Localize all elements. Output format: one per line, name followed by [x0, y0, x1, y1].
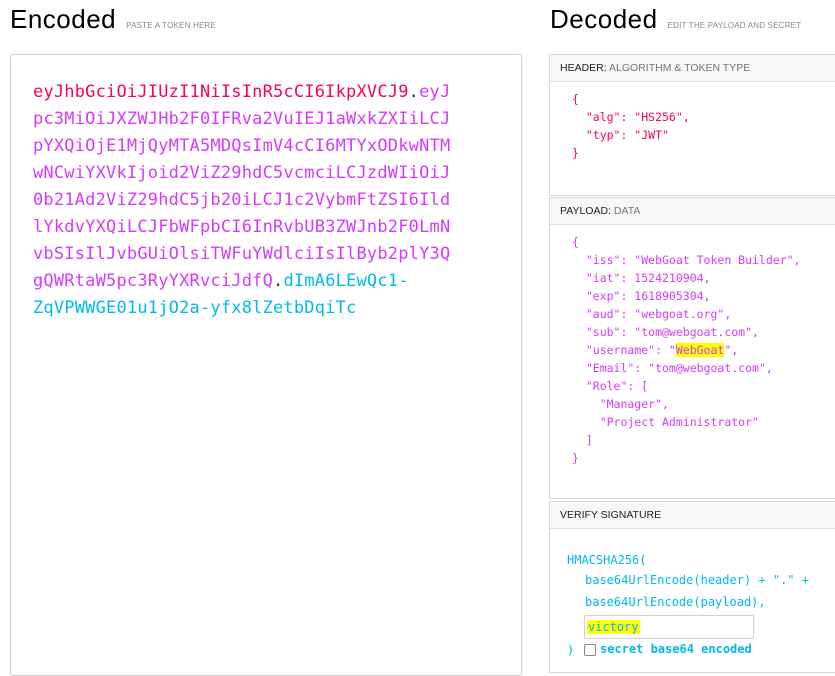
decoded-heading: Decoded EDIT THE PAYLOAD AND SECRET — [550, 4, 801, 35]
token-segment: eyJhbGciOiJIUzI1NiIsInR5cCI6IkpXVCJ9 — [33, 82, 409, 102]
header-sublabel: ALGORITHM & TOKEN TYPE — [609, 62, 751, 74]
payload-lines-after: "Email": "tom@webgoat.com", "Role": [ "M… — [572, 361, 773, 465]
hmac-function-line: HMACSHA256( — [567, 553, 647, 567]
token-segment: vbSIsIlJvbGUiOlsiTWFuYWdlciIsIlByb2plY3Q — [33, 244, 451, 264]
encoded-token-text: eyJhbGciOiJIUzI1NiIsInR5cCI6IkpXVCJ9.eyJ… — [33, 79, 503, 322]
token-segment: 0b21Ad2ViZ29hdC5jb20iLCJ1c2VybmFtZSI6Ild — [33, 190, 451, 210]
payload-label: PAYLOAD: — [560, 205, 611, 217]
verify-label: VERIFY SIGNATURE — [560, 509, 662, 521]
encoded-heading: Encoded PASTE A TOKEN HERE — [10, 4, 216, 35]
payload-encode-line: base64UrlEncode(payload), — [585, 595, 766, 609]
secret-input[interactable]: victory — [584, 615, 754, 639]
header-json-line: } — [572, 146, 579, 160]
token-line: 0b21Ad2ViZ29hdC5jb20iLCJ1c2VybmFtZSI6Ild — [33, 187, 503, 214]
header-panel-title: HEADER: ALGORITHM & TOKEN TYPE — [550, 55, 835, 82]
token-segment: ZqVPWWGE01u1jO2a-yfx8lZetbDqiTc — [33, 298, 357, 318]
token-segment: wNCwiYXVkIjoid2ViZ29hdC5vcmciLCJzdWIiOiJ — [33, 163, 451, 183]
payload-sublabel: DATA — [613, 205, 641, 217]
payload-panel-title: PAYLOAD: DATA — [550, 198, 835, 225]
token-line: pc3MiOiJXZWJHb2F0IFRva2VuIEJ1aWxkZXIiLCJ — [33, 106, 503, 133]
verify-panel-title: VERIFY SIGNATURE — [550, 502, 835, 529]
token-line: eyJhbGciOiJIUzI1NiIsInR5cCI6IkpXVCJ9.eyJ — [33, 79, 503, 106]
header-json: { "alg": "HS256", "typ": "JWT"} — [572, 90, 690, 162]
token-line: lYkdvYXQiLCJFbWFpbCI6InRvbUB3ZWJnb2F0LmN — [33, 214, 503, 241]
token-line: pYXQiOjE1MjQyMTA5MDQsImV4cCI6MTYxODkwNTM — [33, 133, 503, 160]
verify-signature-panel: VERIFY SIGNATURE HMACSHA256( base64UrlEn… — [549, 501, 835, 673]
token-segment: . — [408, 82, 420, 102]
payload-lines-before: { "iss": "WebGoat Token Builder", "iat":… — [572, 235, 801, 339]
base64-checkbox-label[interactable]: secret base64 encoded — [600, 642, 752, 656]
encoded-token-textarea[interactable]: eyJhbGciOiJIUzI1NiIsInR5cCI6IkpXVCJ9.eyJ… — [10, 54, 522, 676]
header-encode-line: base64UrlEncode(header) + "." + — [585, 573, 809, 587]
token-segment: pc3MiOiJXZWJHb2F0IFRva2VuIEJ1aWxkZXIiLCJ — [33, 109, 451, 129]
header-json-line: { — [572, 92, 579, 106]
token-segment: lYkdvYXQiLCJFbWFpbCI6InRvbUB3ZWJnb2F0LmN — [33, 217, 451, 237]
header-json-line: "alg": "HS256", — [572, 110, 690, 124]
header-json-line: "typ": "JWT" — [572, 128, 669, 142]
token-segment: . — [273, 271, 284, 291]
token-segment: dImA6LEwQc1- — [283, 271, 409, 291]
payload-panel: PAYLOAD: DATA { "iss": "WebGoat Token Bu… — [549, 197, 835, 499]
secret-value: victory — [587, 620, 640, 634]
encoded-hint: PASTE A TOKEN HERE — [126, 21, 217, 30]
token-line: ZqVPWWGE01u1jO2a-yfx8lZetbDqiTc — [33, 295, 503, 322]
decoded-title: Decoded — [550, 4, 658, 34]
payload-json: { "iss": "WebGoat Token Builder", "iat":… — [572, 233, 800, 467]
username-suffix: ", — [724, 343, 739, 357]
closing-paren: ) — [567, 643, 575, 657]
token-line: wNCwiYXVkIjoid2ViZ29hdC5vcmciLCJzdWIiOiJ — [33, 160, 503, 187]
verify-body: HMACSHA256( base64UrlEncode(header) + ".… — [550, 529, 835, 669]
username-prefix: "username": " — [572, 343, 676, 357]
token-segment: gQWRtaW5pc3RyYXRvciJdfQ — [33, 271, 274, 291]
header-label: HEADER: — [560, 62, 607, 74]
token-line: gQWRtaW5pc3RyYXRvciJdfQ.dImA6LEwQc1- — [33, 268, 503, 295]
base64-checkbox[interactable] — [584, 644, 596, 656]
decoded-hint: EDIT THE PAYLOAD AND SECRET — [667, 21, 802, 30]
encoded-title: Encoded — [10, 4, 117, 34]
token-segment: eyJ — [419, 82, 451, 102]
username-value-highlight: WebGoat — [675, 343, 725, 357]
header-panel: HEADER: ALGORITHM & TOKEN TYPE { "alg": … — [549, 54, 835, 196]
token-line: vbSIsIlJvbGUiOlsiTWFuYWdlciIsIlByb2plY3Q — [33, 241, 503, 268]
token-segment: pYXQiOjE1MjQyMTA5MDQsImV4cCI6MTYxODkwNTM — [33, 136, 451, 156]
